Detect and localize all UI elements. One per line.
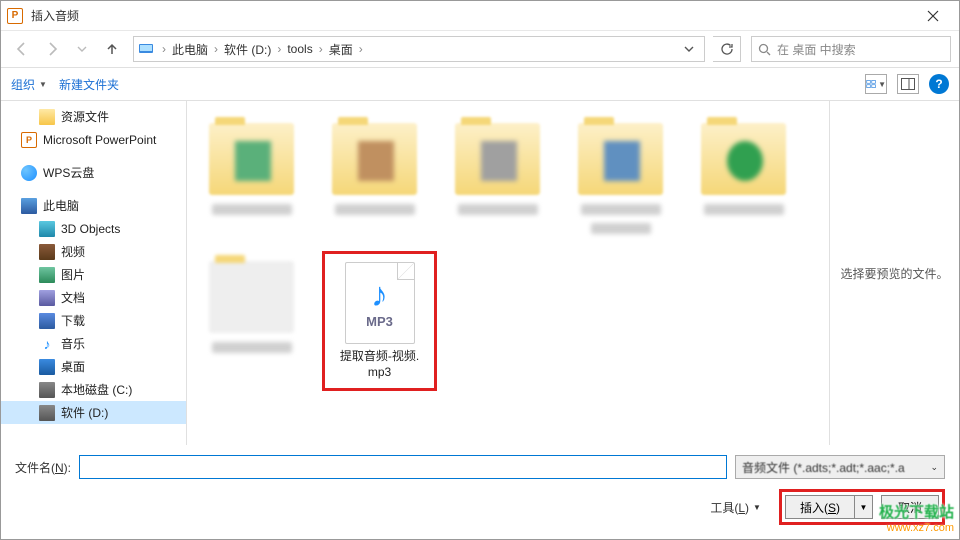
tree-resources[interactable]: 资源文件 [1, 105, 186, 128]
tree-drive-d[interactable]: 软件 (D:) [1, 401, 186, 424]
breadcrumb-sep: › [160, 42, 168, 56]
dialog-footer: 文件名(N): 音频文件 (*.adts;*.adt;*.aac;*.a ⌄ 工… [1, 445, 959, 539]
refresh-icon [720, 42, 734, 56]
tree-powerpoint[interactable]: PMicrosoft PowerPoint [1, 128, 186, 151]
close-icon [927, 10, 939, 22]
search-box[interactable]: 在 桌面 中搜索 [751, 36, 951, 62]
organize-button[interactable]: 组织▼ [11, 76, 47, 93]
picture-icon [39, 267, 55, 283]
arrow-right-icon [44, 41, 60, 57]
folder-item[interactable] [568, 113, 673, 241]
desktop-icon [39, 359, 55, 375]
address-bar[interactable]: › 此电脑 › 软件 (D:) › tools › 桌面 › [133, 36, 705, 62]
search-placeholder: 在 桌面 中搜索 [777, 41, 856, 58]
folder-item[interactable] [199, 113, 304, 241]
content-area: ♪ MP3 提取音频-视频.mp3 选择要预览的文件。 [187, 101, 959, 445]
folder-item[interactable] [691, 113, 796, 241]
refresh-button[interactable] [713, 36, 741, 62]
file-item-mp3[interactable]: ♪ MP3 提取音频-视频.mp3 [327, 256, 432, 386]
folder-item[interactable] [445, 113, 550, 241]
filename-input[interactable] [79, 455, 727, 479]
view-mode-button[interactable]: ▼ [865, 74, 887, 94]
new-folder-button[interactable]: 新建文件夹 [59, 76, 119, 93]
3d-icon [39, 221, 55, 237]
recent-button[interactable] [69, 36, 95, 62]
toolbar: 组织▼ 新建文件夹 ▼ ? [1, 67, 959, 101]
file-list[interactable]: ♪ MP3 提取音频-视频.mp3 [187, 101, 829, 445]
highlight-box-2: 插入(S) ▼ 取消 [779, 489, 945, 525]
nav-tree: 资源文件 PMicrosoft PowerPoint WPS云盘 此电脑 3D … [1, 101, 187, 445]
preview-pane-icon [901, 78, 915, 90]
insert-dropdown[interactable]: ▼ [855, 495, 873, 519]
help-button[interactable]: ? [929, 74, 949, 94]
forward-button[interactable] [39, 36, 65, 62]
tree-downloads[interactable]: 下载 [1, 309, 186, 332]
powerpoint-icon: P [21, 132, 37, 148]
tree-this-pc[interactable]: 此电脑 [1, 194, 186, 217]
crumb-tools[interactable]: tools [283, 40, 316, 58]
arrow-left-icon [14, 41, 30, 57]
preview-pane: 选择要预览的文件。 [829, 101, 959, 445]
chevron-down-icon: ▼ [39, 80, 47, 89]
tree-3d-objects[interactable]: 3D Objects [1, 217, 186, 240]
crumb-desktop[interactable]: 桌面 [325, 39, 357, 60]
tree-desktop[interactable]: 桌面 [1, 355, 186, 378]
folder-item[interactable] [199, 251, 304, 391]
pc-icon [21, 198, 37, 214]
document-icon [39, 290, 55, 306]
tree-videos[interactable]: 视频 [1, 240, 186, 263]
drive-icon [138, 41, 154, 57]
video-icon [39, 244, 55, 260]
search-icon [758, 43, 771, 56]
insert-button[interactable]: 插入(S) [785, 495, 855, 519]
file-open-dialog: P 插入音频 › 此电脑 › 软件 (D:) › tools › [0, 0, 960, 540]
tools-button[interactable]: 工具(L)▼ [702, 496, 769, 519]
tree-music[interactable]: ♪音乐 [1, 332, 186, 355]
app-icon: P [7, 8, 23, 24]
filename-label: 文件名(N): [15, 459, 71, 476]
highlight-box: ♪ MP3 提取音频-视频.mp3 [322, 251, 437, 391]
address-expand[interactable] [678, 42, 700, 56]
folder-icon [39, 109, 55, 125]
drive-icon [39, 405, 55, 421]
back-button[interactable] [9, 36, 35, 62]
mp3-file-icon: ♪ MP3 [345, 262, 415, 344]
music-note-icon: ♪ [371, 278, 388, 312]
drive-icon [39, 382, 55, 398]
crumb-drive[interactable]: 软件 (D:) [220, 39, 275, 60]
thumbnails-icon [866, 78, 876, 90]
dialog-body: 资源文件 PMicrosoft PowerPoint WPS云盘 此电脑 3D … [1, 101, 959, 445]
tree-pictures[interactable]: 图片 [1, 263, 186, 286]
folder-item[interactable] [322, 113, 427, 241]
titlebar: P 插入音频 [1, 1, 959, 31]
close-button[interactable] [913, 2, 953, 30]
cancel-button[interactable]: 取消 [881, 495, 939, 519]
arrow-up-icon [104, 41, 120, 57]
crumb-pc[interactable]: 此电脑 [168, 39, 212, 60]
tree-wps-cloud[interactable]: WPS云盘 [1, 161, 186, 184]
dialog-title: 插入音频 [31, 7, 913, 24]
filetype-dropdown[interactable]: 音频文件 (*.adts;*.adt;*.aac;*.a ⌄ [735, 455, 945, 479]
download-icon [39, 313, 55, 329]
music-icon: ♪ [39, 336, 55, 352]
up-button[interactable] [99, 36, 125, 62]
cloud-icon [21, 165, 37, 181]
chevron-down-icon [77, 44, 87, 54]
tree-documents[interactable]: 文档 [1, 286, 186, 309]
tree-drive-c[interactable]: 本地磁盘 (C:) [1, 378, 186, 401]
insert-split-button: 插入(S) ▼ [785, 495, 873, 519]
file-label: 提取音频-视频.mp3 [340, 348, 419, 380]
navigation-bar: › 此电脑 › 软件 (D:) › tools › 桌面 › 在 桌面 中搜索 [1, 31, 959, 67]
preview-pane-button[interactable] [897, 74, 919, 94]
chevron-down-icon [684, 44, 694, 54]
chevron-down-icon: ⌄ [930, 462, 938, 473]
